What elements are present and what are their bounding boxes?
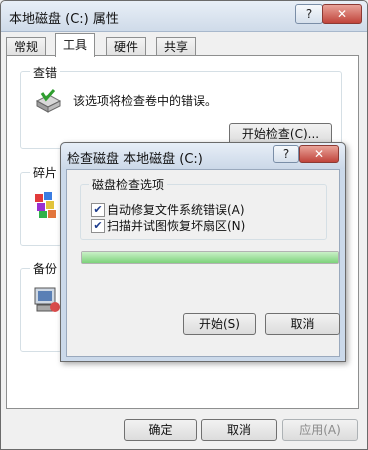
auto-fix-checkbox[interactable]: ✔ (91, 203, 105, 217)
progress-fill (82, 252, 338, 263)
apply-button[interactable]: 应用(A) (282, 419, 358, 441)
dialog-help-button[interactable]: ? (273, 145, 299, 163)
backup-label: 备份 (30, 260, 61, 277)
ok-button[interactable]: 确定 (124, 419, 197, 441)
dialog-titlebar: 检查磁盘 本地磁盘 (C:) ? ✕ (61, 143, 345, 169)
defrag-label: 碎片 (30, 164, 61, 181)
help-button[interactable]: ? (295, 4, 323, 24)
check-disk-dialog: 检查磁盘 本地磁盘 (C:) ? ✕ 磁盘检查选项 ✔ 自动修复文件系统错误(A… (60, 142, 346, 362)
dialog-body: 磁盘检查选项 ✔ 自动修复文件系统错误(A) ✔ 扫描并试图恢复坏扇区(N) 开… (66, 169, 340, 357)
dialog-start-button[interactable]: 开始(S) (183, 313, 256, 335)
window-titlebar: 本地磁盘 (C:) 属性 ? ✕ (1, 1, 367, 32)
scan-recover-checkbox[interactable]: ✔ (91, 219, 105, 233)
error-check-description: 该选项将检查卷中的错误。 (73, 94, 218, 108)
defrag-icon (35, 192, 56, 218)
dialog-cancel-button[interactable]: 取消 (265, 313, 340, 335)
tab-sharing[interactable]: 共享 (156, 37, 197, 56)
error-check-label: 查错 (30, 64, 61, 81)
cancel-button[interactable]: 取消 (201, 419, 277, 441)
disk-check-options-label: 磁盘检查选项 (89, 176, 168, 193)
disk-check-icon (35, 89, 62, 113)
window-title: 本地磁盘 (C:) 属性 (9, 12, 119, 27)
backup-icon (34, 287, 60, 312)
dialog-close-button[interactable]: ✕ (299, 145, 339, 163)
auto-fix-label: 自动修复文件系统错误(A) (107, 203, 245, 217)
check-progress-bar (81, 251, 339, 264)
tab-general[interactable]: 常规 (6, 37, 47, 56)
dialog-title: 检查磁盘 本地磁盘 (C:) (67, 152, 203, 167)
close-button[interactable]: ✕ (322, 4, 362, 24)
tab-tools[interactable]: 工具 (55, 33, 96, 57)
scan-recover-label: 扫描并试图恢复坏扇区(N) (107, 219, 246, 233)
tab-hardware[interactable]: 硬件 (106, 37, 147, 56)
